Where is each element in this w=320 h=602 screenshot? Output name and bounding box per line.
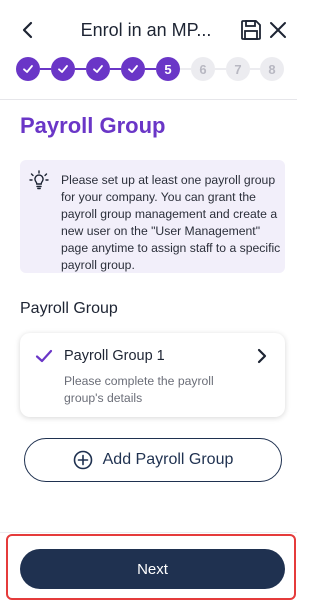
chevron-right-icon[interactable] bbox=[253, 347, 271, 365]
check-icon bbox=[35, 347, 53, 365]
card-title: Payroll Group 1 bbox=[64, 348, 165, 364]
app-header: Enrol in an MP... 5678 bbox=[0, 0, 297, 100]
add-payroll-group-label: Add Payroll Group bbox=[102, 451, 234, 468]
step-future: 7 bbox=[226, 57, 250, 81]
info-text: Please set up at least one payroll group… bbox=[61, 173, 281, 272]
back-arrow-icon[interactable] bbox=[16, 18, 40, 42]
step-done-check-icon bbox=[121, 57, 145, 81]
save-icon[interactable] bbox=[240, 19, 262, 41]
close-icon[interactable] bbox=[267, 19, 289, 41]
card-subtitle: Please complete the payroll group's deta… bbox=[64, 374, 214, 405]
plus-circle-icon bbox=[73, 450, 93, 470]
page-title: Enrol in an MP... bbox=[80, 20, 212, 40]
group-heading: Payroll Group bbox=[20, 300, 118, 317]
step-future: 8 bbox=[260, 57, 284, 81]
section-title: Payroll Group bbox=[20, 113, 166, 138]
step-done-check-icon bbox=[16, 57, 40, 81]
step-done-check-icon bbox=[51, 57, 75, 81]
step-connector bbox=[180, 68, 191, 70]
payroll-group-card[interactable]: Payroll Group 1 Please complete the payr… bbox=[20, 333, 285, 417]
step-connector bbox=[215, 68, 226, 70]
step-future: 6 bbox=[191, 57, 215, 81]
lightbulb-icon bbox=[29, 170, 49, 190]
step-connector bbox=[40, 68, 51, 70]
next-button[interactable]: Next bbox=[20, 549, 285, 589]
step-done-check-icon bbox=[86, 57, 110, 81]
step-connector bbox=[145, 68, 156, 70]
add-payroll-group-button[interactable]: Add Payroll Group bbox=[24, 438, 282, 482]
step-current: 5 bbox=[156, 57, 180, 81]
step-connector bbox=[250, 68, 260, 70]
progress-stepper: 5678 bbox=[16, 57, 284, 81]
info-box: Please set up at least one payroll group… bbox=[20, 160, 285, 273]
step-connector bbox=[110, 68, 121, 70]
step-connector bbox=[75, 68, 86, 70]
